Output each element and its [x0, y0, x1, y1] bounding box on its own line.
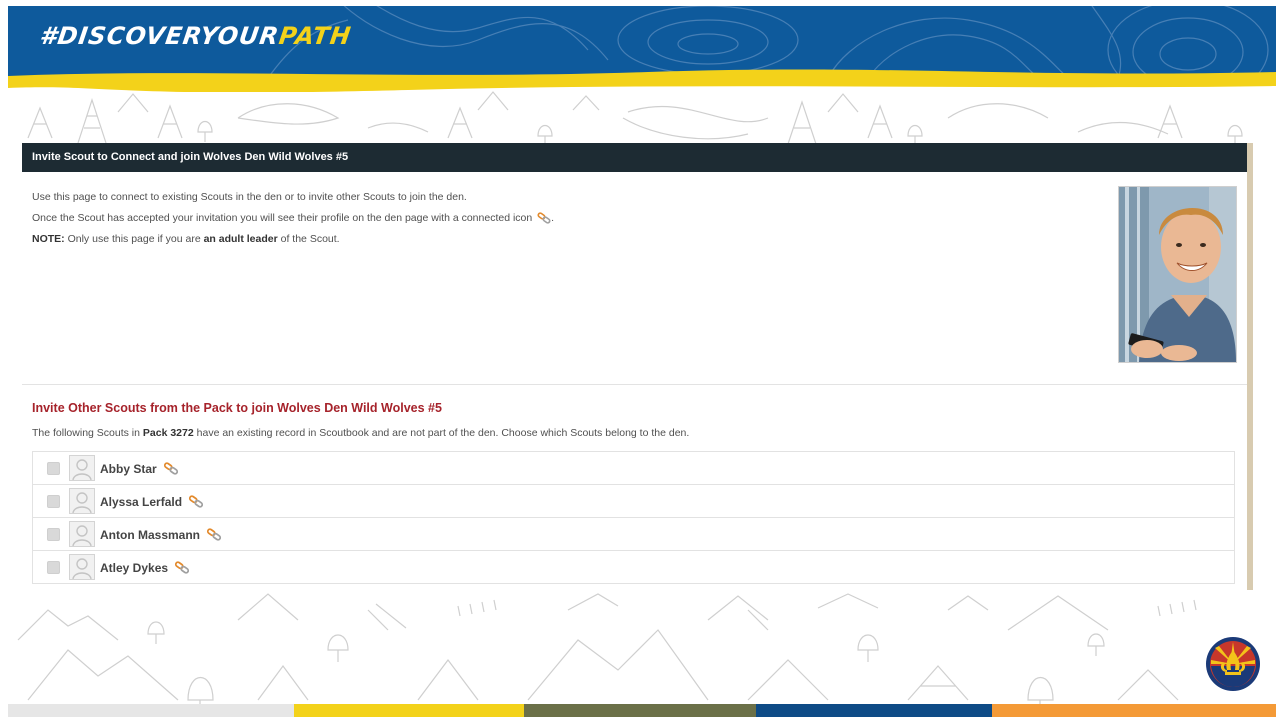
scoutbook-invite-page: Invite Scout to Connect and join Wolves …	[22, 143, 1249, 590]
footer-bar-yellow	[294, 704, 524, 717]
footer-bar-orange	[992, 704, 1276, 717]
footer-bar-gray	[8, 704, 294, 717]
scout-photo	[1118, 186, 1237, 363]
note-line: NOTE: Only use this page if you are an a…	[32, 233, 340, 245]
smiling-boy-with-phone-image	[1119, 187, 1236, 362]
user-silhouette-icon	[69, 488, 95, 514]
link-chain-icon	[163, 462, 179, 475]
link-chain-icon	[537, 212, 551, 224]
scout-row[interactable]: Alyssa Lerfald	[32, 485, 1235, 518]
scout-name[interactable]: Atley Dykes	[100, 561, 190, 575]
link-chain-icon	[175, 561, 190, 574]
council-fleur-de-lis-icon	[1206, 637, 1260, 691]
scout-name[interactable]: Anton Massmann	[100, 528, 222, 542]
info-line-1: Use this page to connect to existing Sco…	[32, 191, 467, 203]
scout-checkbox[interactable]	[47, 561, 60, 574]
sketch-landscape-top	[27, 91, 1243, 145]
invite-section-description: The following Scouts in Pack 3272 have a…	[32, 427, 690, 439]
slide-left-frame	[0, 0, 8, 717]
scout-row[interactable]: Abby Star	[32, 452, 1235, 485]
discover-your-path-hashtag: #DISCOVERYOURPATH	[38, 22, 354, 50]
page-edge-shadow	[1247, 143, 1253, 590]
info-line-2: Once the Scout has accepted your invitat…	[32, 212, 555, 224]
invite-section-title: Invite Other Scouts from the Pack to joi…	[32, 401, 442, 415]
scout-name[interactable]: Alyssa Lerfald	[100, 495, 204, 509]
scout-row[interactable]: Atley Dykes	[32, 551, 1235, 584]
scout-checkbox[interactable]	[47, 462, 60, 475]
link-chain-icon	[189, 495, 204, 508]
banner-top-border	[8, 0, 1276, 6]
sketch-landscape-bottom	[17, 593, 1197, 705]
scout-checkbox[interactable]	[47, 528, 60, 541]
presentation-slide: #DISCOVERYOURPATH Invite Scout to Connec…	[0, 0, 1276, 717]
user-silhouette-icon	[69, 455, 95, 481]
scout-checkbox[interactable]	[47, 495, 60, 508]
scout-name[interactable]: Abby Star	[100, 462, 179, 476]
user-silhouette-icon	[69, 554, 95, 580]
page-header-bar: Invite Scout to Connect and join Wolves …	[22, 143, 1249, 172]
footer-bar-blue	[756, 704, 992, 717]
scout-list: Abby Star Alyssa Lerfald Anton Massmann	[32, 451, 1235, 584]
user-silhouette-icon	[69, 521, 95, 547]
section-divider	[22, 384, 1249, 385]
info-text: Use this page to connect to existing Sco…	[32, 187, 554, 250]
footer-bar-olive	[524, 704, 756, 717]
scout-row[interactable]: Anton Massmann	[32, 518, 1235, 551]
link-chain-icon	[207, 528, 222, 541]
